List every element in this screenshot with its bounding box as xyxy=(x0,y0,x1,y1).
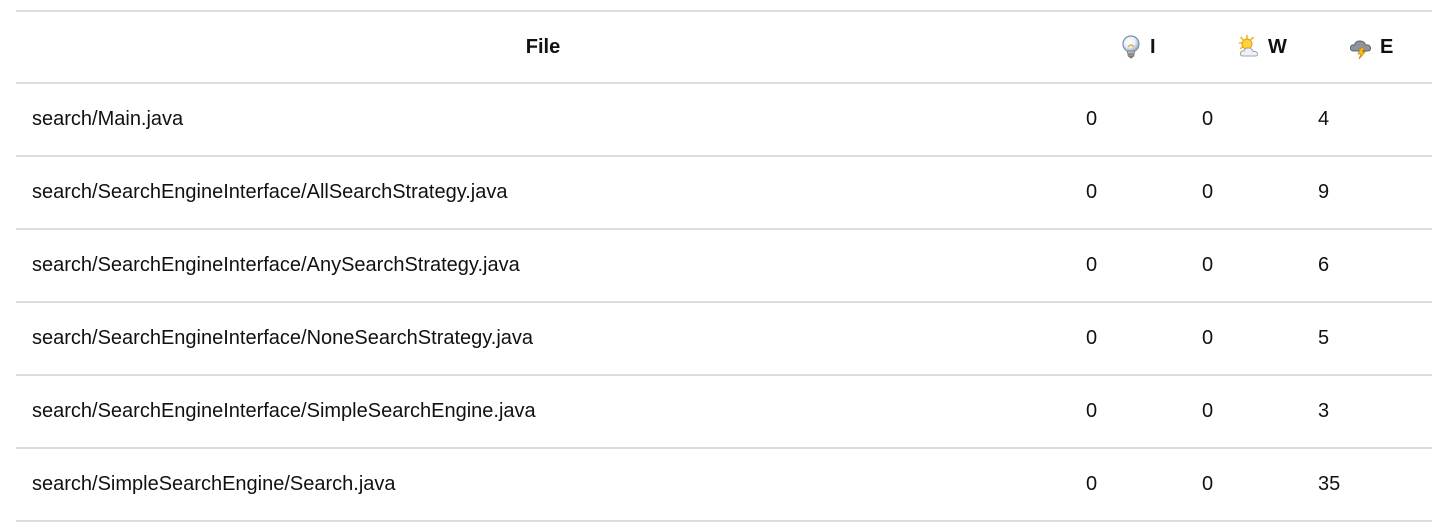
error-count: 35 xyxy=(1318,473,1341,495)
column-header-info[interactable]: I xyxy=(1070,34,1186,60)
column-header-info-label: I xyxy=(1150,35,1156,58)
warning-count: 0 xyxy=(1202,108,1214,130)
error-count: 9 xyxy=(1318,181,1330,203)
table-row: search/SearchEngineInterface/SimpleSearc… xyxy=(16,376,1432,449)
table-header-row: File I W E xyxy=(16,12,1432,84)
info-count: 0 xyxy=(1086,400,1098,422)
info-count: 0 xyxy=(1086,254,1098,276)
info-count: 0 xyxy=(1086,108,1098,130)
table-row: search/SimpleSearchEngine/Search.java 0 … xyxy=(16,449,1432,522)
lightbulb-icon xyxy=(1118,34,1144,60)
info-count: 0 xyxy=(1086,181,1098,203)
warning-count: 0 xyxy=(1202,327,1214,349)
file-link[interactable]: search/SimpleSearchEngine/Search.java xyxy=(16,473,1070,496)
column-header-warnings[interactable]: W xyxy=(1186,34,1302,60)
file-link[interactable]: search/SearchEngineInterface/NoneSearchS… xyxy=(16,327,1070,350)
file-link[interactable]: search/SearchEngineInterface/SimpleSearc… xyxy=(16,400,1070,423)
partly-sunny-icon xyxy=(1236,34,1262,60)
column-header-file[interactable]: File xyxy=(16,36,1070,59)
issues-table: File I W E search/Main.java 0 0 4 search… xyxy=(16,10,1432,522)
warning-count: 0 xyxy=(1202,400,1214,422)
table-row: search/SearchEngineInterface/AnySearchSt… xyxy=(16,230,1432,303)
file-link[interactable]: search/Main.java xyxy=(16,108,1070,131)
file-link[interactable]: search/SearchEngineInterface/AnySearchSt… xyxy=(16,254,1070,277)
info-count: 0 xyxy=(1086,327,1098,349)
info-count: 0 xyxy=(1086,473,1098,495)
column-header-warnings-label: W xyxy=(1268,35,1287,58)
storm-cloud-icon xyxy=(1348,34,1374,60)
error-count: 4 xyxy=(1318,108,1330,130)
error-count: 5 xyxy=(1318,327,1330,349)
error-count: 3 xyxy=(1318,400,1330,422)
file-link[interactable]: search/SearchEngineInterface/AllSearchSt… xyxy=(16,181,1070,204)
warning-count: 0 xyxy=(1202,254,1214,276)
warning-count: 0 xyxy=(1202,473,1214,495)
warning-count: 0 xyxy=(1202,181,1214,203)
error-count: 6 xyxy=(1318,254,1330,276)
column-header-errors[interactable]: E xyxy=(1302,34,1432,60)
column-header-errors-label: E xyxy=(1380,35,1394,58)
table-row: search/SearchEngineInterface/NoneSearchS… xyxy=(16,303,1432,376)
table-row: search/SearchEngineInterface/AllSearchSt… xyxy=(16,157,1432,230)
table-row: search/Main.java 0 0 4 xyxy=(16,84,1432,157)
